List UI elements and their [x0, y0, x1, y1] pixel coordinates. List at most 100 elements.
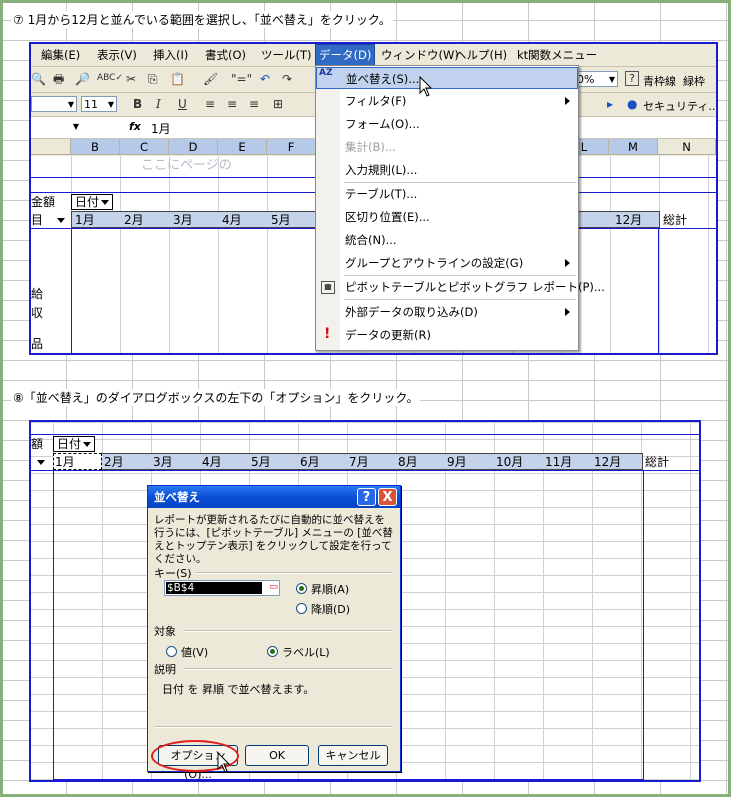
menu-item-table[interactable]: テーブル(T)...	[316, 183, 578, 205]
month-cell[interactable]: 11月	[545, 454, 572, 470]
month-cell[interactable]: 6月	[300, 454, 320, 470]
col-d-header[interactable]: D	[169, 139, 218, 155]
col-b-header[interactable]: B	[71, 139, 120, 155]
menu-item-text-to-columns[interactable]: 区切り位置(E)...	[316, 206, 578, 228]
security-label[interactable]: セキュリティ...	[643, 98, 716, 114]
menu-item-consolidate[interactable]: 統合(N)...	[316, 229, 578, 251]
italic-icon[interactable]: I	[156, 97, 161, 111]
menu-data[interactable]: データ(D)	[315, 44, 376, 66]
help-icon[interactable]: ?	[357, 488, 376, 506]
paste-format-icon[interactable]: "="	[231, 72, 252, 86]
menu-edit[interactable]: 編集(E)	[41, 47, 80, 63]
value-radio[interactable]	[166, 646, 177, 657]
explanation-text: 日付 を 昇順 で並べ替えます。	[162, 683, 315, 696]
date-field-button[interactable]: 日付	[71, 194, 114, 210]
range-picker-icon[interactable]: ▭	[269, 582, 278, 592]
fx-icon[interactable]: fx	[129, 120, 141, 133]
month-cell[interactable]: 8月	[398, 454, 418, 470]
col-e-header[interactable]: E	[218, 139, 267, 155]
menu-help[interactable]: ヘルプ(H)	[455, 47, 507, 63]
ok-button[interactable]: OK	[245, 745, 309, 766]
month-cell[interactable]: 4月	[222, 212, 242, 228]
menu-window[interactable]: ウィンドウ(W)	[381, 47, 459, 63]
ascending-label[interactable]: 昇順(A)	[311, 581, 349, 597]
undo-icon[interactable]: ↶	[260, 72, 270, 86]
total-cell[interactable]: 総計	[645, 454, 669, 470]
menu-item-refresh[interactable]: データの更新(R)	[316, 324, 578, 346]
green-frame-label[interactable]: 緑枠	[683, 73, 705, 89]
month-cell[interactable]: 3月	[153, 454, 173, 470]
month-cell[interactable]: 10月	[496, 454, 523, 470]
label-radio[interactable]	[267, 646, 278, 657]
search-icon[interactable]: 🔍	[31, 72, 46, 86]
font-name-combo[interactable]: ▼	[31, 96, 77, 112]
menu-item-form[interactable]: フォーム(O)...	[316, 113, 578, 135]
month-cell[interactable]: 1月	[75, 212, 95, 228]
month-cell[interactable]: 12月	[615, 212, 642, 228]
mouse-cursor-icon	[217, 752, 231, 773]
sort-az-icon: AZ	[319, 68, 333, 78]
align-left-icon[interactable]: ≡	[205, 97, 215, 111]
formula-value[interactable]: 1月	[151, 120, 171, 137]
menu-item-validation[interactable]: 入力規則(L)...	[316, 159, 578, 181]
close-icon[interactable]: X	[378, 488, 397, 506]
copy-icon[interactable]: ⎘	[148, 72, 158, 86]
cancel-button[interactable]: キャンセル	[318, 745, 388, 766]
paste-icon[interactable]: 📋	[170, 72, 185, 86]
align-center-icon[interactable]: ≡	[227, 97, 237, 111]
help-icon[interactable]: ?	[625, 71, 639, 86]
month-cell[interactable]: 3月	[173, 212, 193, 228]
total-cell[interactable]: 総計	[663, 212, 687, 228]
month-cell[interactable]: 9月	[447, 454, 467, 470]
name-box[interactable]: ▼	[31, 119, 81, 135]
month-cell[interactable]: 5月	[251, 454, 271, 470]
menu-item-external-data[interactable]: 外部データの取り込み(D)	[316, 301, 578, 323]
menu-item-pivot-table[interactable]: ピボットテーブルとピボットグラフ レポート(P)...	[316, 276, 605, 298]
submenu-arrow-icon	[565, 308, 570, 316]
col-n-header[interactable]: N	[658, 139, 716, 155]
menu-kt-functions[interactable]: kt関数メニュー	[517, 47, 597, 63]
zoom-combo[interactable]: 0% ▼	[574, 71, 618, 87]
cut-icon[interactable]: ✂	[126, 72, 136, 86]
key-input[interactable]: $B$4 ▭	[164, 580, 280, 596]
menu-format[interactable]: 書式(O)	[205, 47, 246, 63]
menu-item-sort[interactable]: 並べ替え(S)...	[316, 67, 578, 89]
menu-view[interactable]: 表示(V)	[97, 47, 137, 63]
month-cell[interactable]: 7月	[349, 454, 369, 470]
underline-icon[interactable]: U	[178, 97, 187, 111]
month-cell[interactable]: 5月	[271, 212, 291, 228]
label-label[interactable]: ラベル(L)	[282, 644, 330, 660]
page-frame: ⑦ 1月から12月と並んでいる範囲を選択し、「並べ替え」をクリック。 編集(E)…	[0, 0, 731, 797]
descending-label[interactable]: 降順(D)	[311, 601, 350, 617]
label-item[interactable]: 目	[31, 212, 71, 228]
menu-item-group-outline[interactable]: グループとアウトラインの設定(G)	[316, 252, 578, 274]
month-cell[interactable]: 2月	[124, 212, 144, 228]
redo-icon[interactable]: ↷	[282, 72, 292, 86]
menu-tools[interactable]: ツール(T)	[261, 47, 312, 63]
font-size-combo[interactable]: 11 ▼	[81, 96, 117, 112]
col-c-header[interactable]: C	[120, 139, 169, 155]
ascending-radio[interactable]	[296, 583, 307, 594]
month-cell[interactable]: 12月	[594, 454, 621, 470]
month-cell[interactable]: 4月	[202, 454, 222, 470]
format-painter-icon[interactable]: 🖌	[203, 72, 218, 86]
date-field-button[interactable]: 日付	[53, 436, 96, 452]
bold-icon[interactable]: B	[133, 97, 142, 111]
merge-center-icon[interactable]: ⊞	[273, 97, 283, 111]
preview-icon[interactable]: 🔎	[75, 72, 90, 86]
row-field-dropdown[interactable]	[35, 454, 45, 470]
blue-frame-label[interactable]: 青枠線	[643, 73, 676, 89]
arrow-right-icon[interactable]: ▸	[607, 97, 613, 111]
spellcheck-icon[interactable]: ABC✓	[97, 71, 123, 85]
month-cell[interactable]: 1月	[55, 454, 75, 470]
descending-radio[interactable]	[296, 603, 307, 614]
menu-insert[interactable]: 挿入(I)	[153, 47, 188, 63]
col-m-header[interactable]: M	[609, 139, 658, 155]
value-label[interactable]: 値(V)	[181, 644, 208, 660]
bullet-icon[interactable]: ●	[627, 97, 637, 111]
menu-item-filter[interactable]: フィルタ(F)	[316, 90, 578, 112]
align-right-icon[interactable]: ≡	[249, 97, 259, 111]
col-f-header[interactable]: F	[267, 139, 316, 155]
print-icon[interactable]: 🖶	[53, 72, 64, 86]
month-cell[interactable]: 2月	[104, 454, 124, 470]
